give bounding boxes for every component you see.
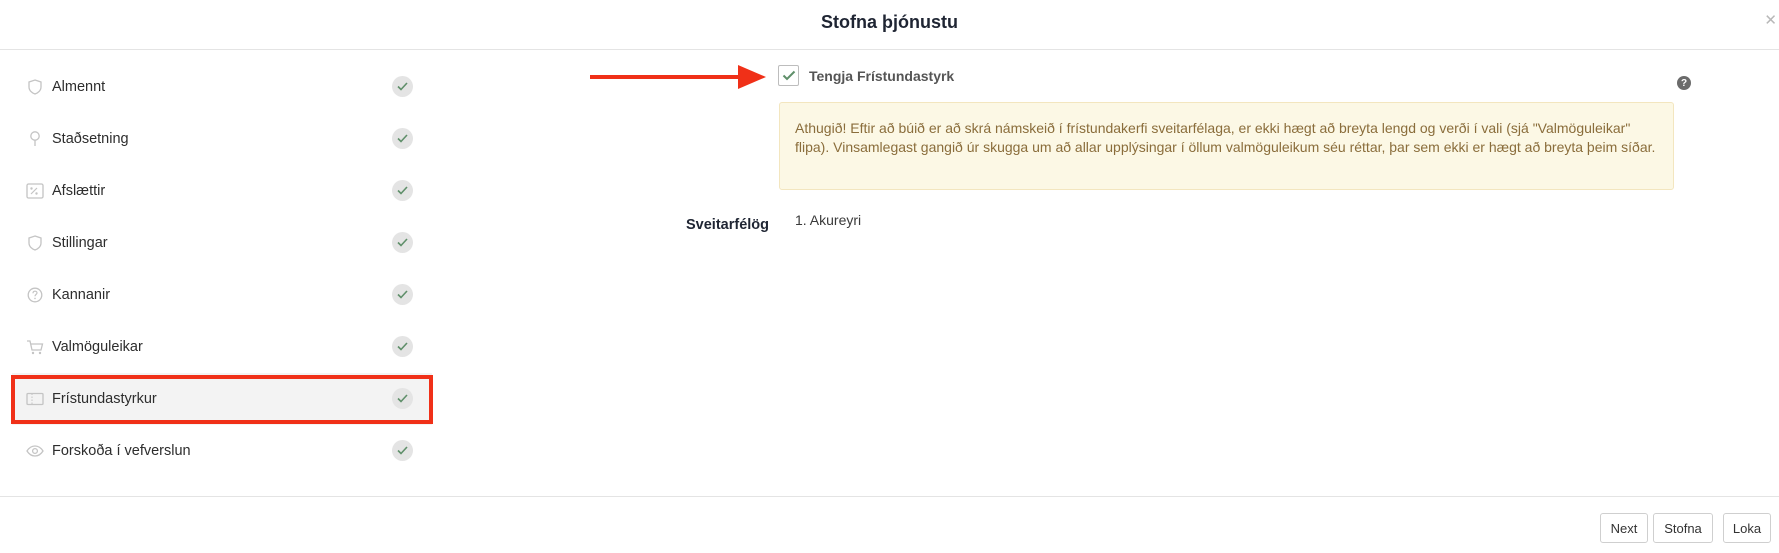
footer-divider	[0, 496, 1779, 497]
sidebar-item-forskoda[interactable]: Forskoða í vefverslun	[12, 425, 432, 477]
close-icon[interactable]: ✕	[1764, 11, 1777, 29]
modal-header: Stofna þjónustu ✕	[0, 0, 1779, 50]
help-icon[interactable]: ?	[1677, 76, 1691, 90]
sidebar-item-label: Kannanir	[52, 287, 111, 303]
sidebar-item-stillingar[interactable]: Stillingar	[12, 217, 432, 269]
checkbox-label: Tengja Frístundastyrk	[809, 67, 955, 84]
annotation-arrow-icon	[590, 65, 766, 89]
check-icon	[392, 284, 413, 305]
map-pin-icon	[26, 130, 44, 148]
link-fristundastyrkur-checkbox[interactable]: Tengja Frístundastyrk	[778, 65, 954, 86]
sidebar-item-afslaettir[interactable]: Afslættir	[12, 165, 432, 217]
sidebar-item-label: Valmöguleikar	[52, 339, 143, 355]
create-button[interactable]: Stofna	[1653, 513, 1713, 543]
check-icon	[392, 440, 413, 461]
close-button[interactable]: Loka	[1723, 513, 1771, 543]
sidebar-item-almennt[interactable]: Almennt	[12, 61, 432, 113]
highlight-box	[11, 375, 433, 424]
sidebar-item-stadsetning[interactable]: Staðsetning	[12, 113, 432, 165]
check-icon	[392, 232, 413, 253]
sidebar-item-valmoguleikar[interactable]: Valmöguleikar	[12, 321, 432, 373]
cart-icon	[26, 338, 44, 356]
discount-icon	[26, 182, 44, 200]
sidebar-item-label: Forskoða í vefverslun	[52, 443, 191, 459]
check-icon	[782, 70, 795, 81]
warning-alert: Athugið! Eftir að búið er að skrá námske…	[779, 102, 1674, 190]
eye-icon	[26, 442, 44, 460]
list-item: 1. Akureyri	[795, 212, 862, 228]
check-icon	[392, 128, 413, 149]
question-circle-icon	[26, 286, 44, 304]
check-icon	[392, 76, 413, 97]
modal-title: Stofna þjónustu	[821, 12, 958, 32]
sidebar-item-label: Almennt	[52, 79, 106, 95]
check-icon	[392, 336, 413, 357]
sidebar-item-label: Afslættir	[52, 183, 106, 199]
next-button[interactable]: Next	[1600, 513, 1648, 543]
sidebar-item-kannanir[interactable]: Kannanir	[12, 269, 432, 321]
shield-icon	[26, 234, 44, 252]
sidebar-item-label: Staðsetning	[52, 131, 129, 147]
shield-icon	[26, 78, 44, 96]
checkbox[interactable]	[778, 65, 799, 86]
municipalities-label: Sveitarfélög	[686, 217, 769, 233]
municipalities-list: 1. Akureyri	[795, 212, 861, 228]
check-icon	[392, 180, 413, 201]
sidebar-item-label: Stillingar	[52, 235, 108, 251]
